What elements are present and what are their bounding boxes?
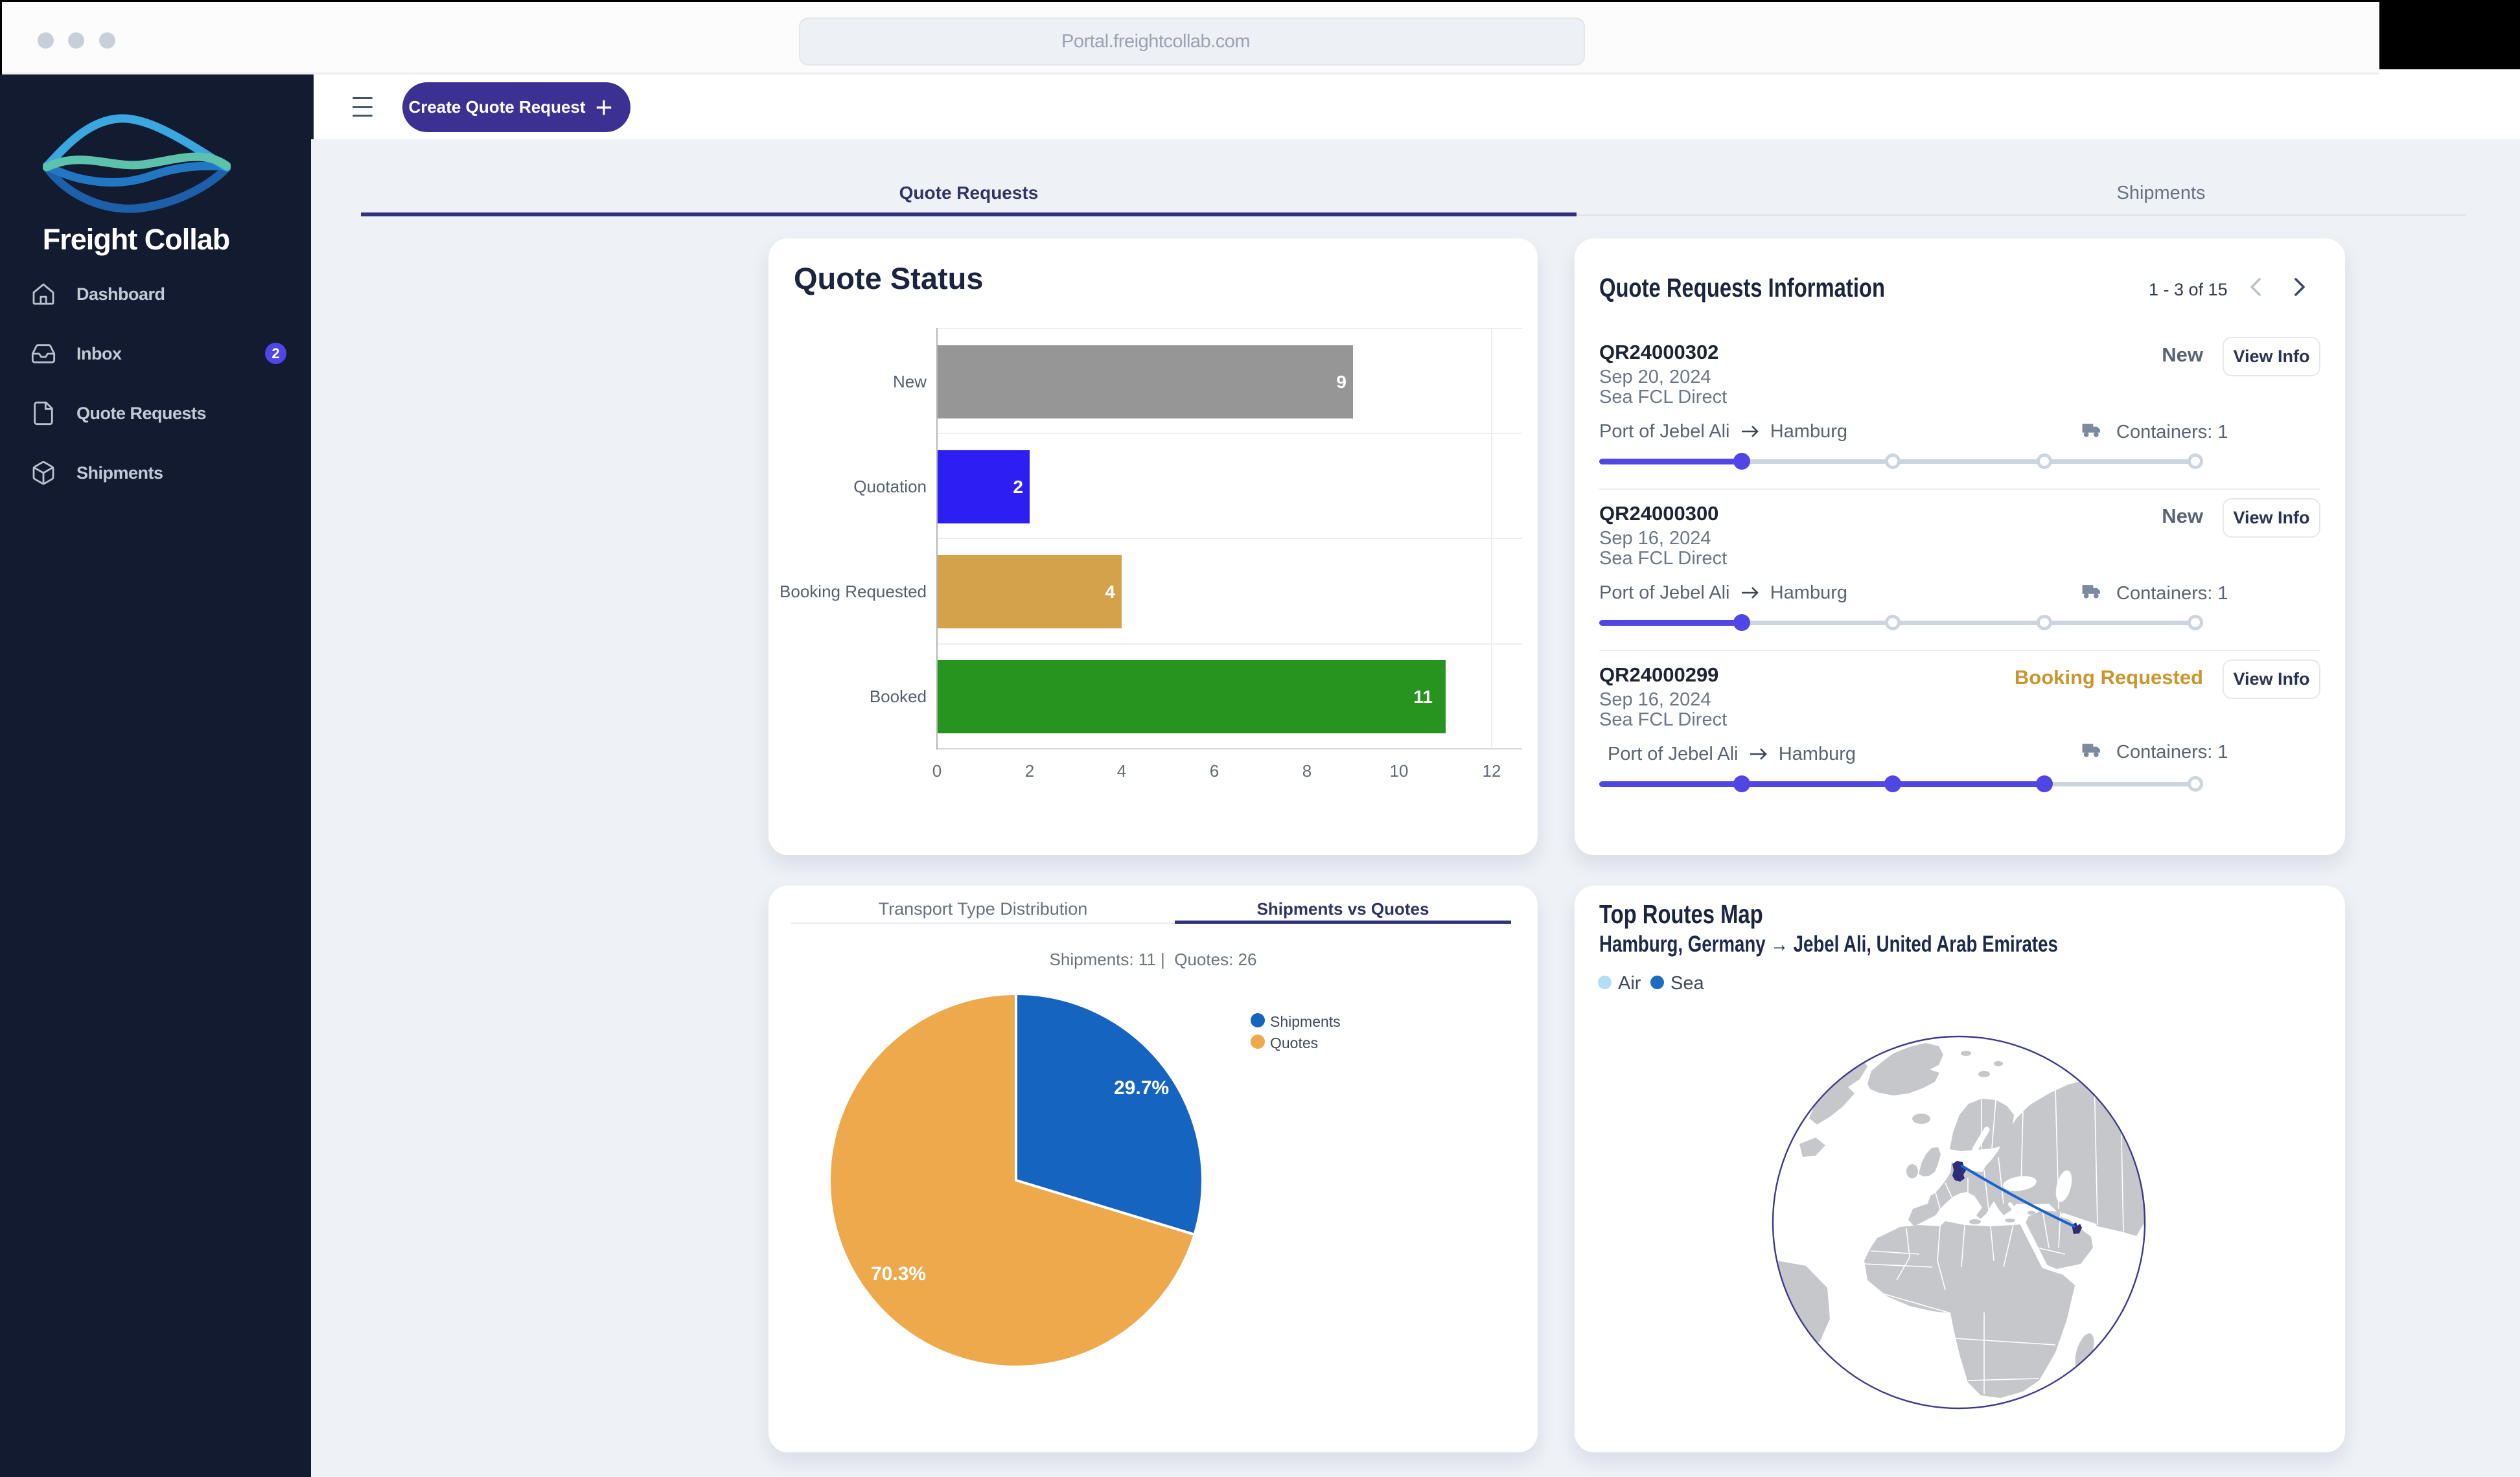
svg-text:70.3%: 70.3% xyxy=(871,1263,926,1285)
svg-text:29.7%: 29.7% xyxy=(1114,1077,1169,1099)
svg-text:Quotes: Quotes xyxy=(1270,1035,1318,1051)
svg-text:Shipments: Shipments xyxy=(1270,1013,1341,1030)
